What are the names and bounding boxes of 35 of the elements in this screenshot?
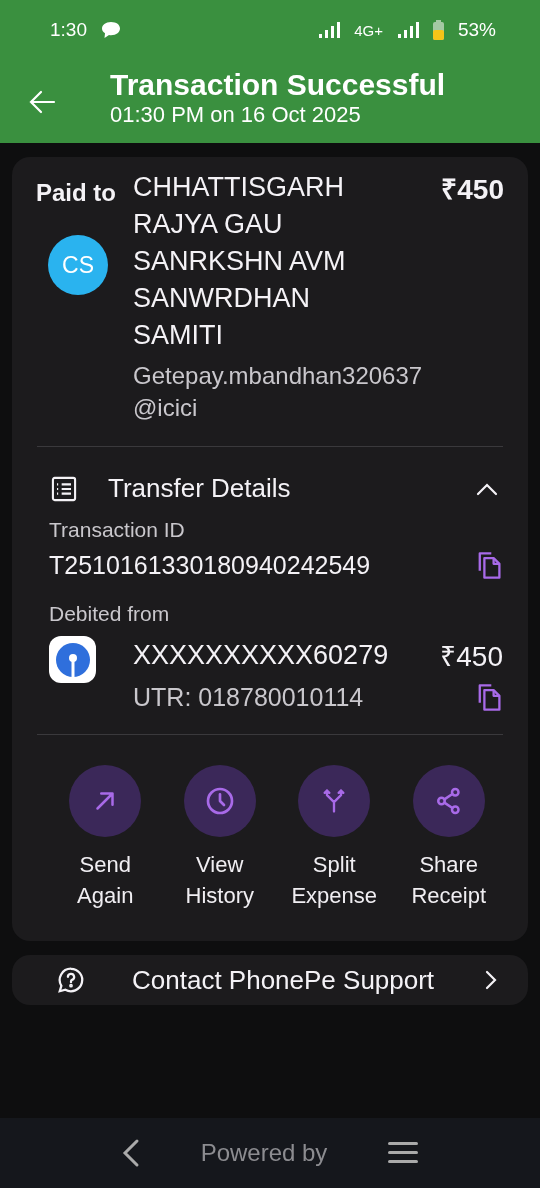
battery-percent: 53% [457, 19, 496, 41]
network-type: 4G+ [354, 21, 383, 39]
payee-avatar: CS [48, 235, 108, 295]
back-button[interactable] [28, 89, 56, 114]
account-number: XXXXXXXXXX60279 [133, 638, 390, 672]
nav-menu-button[interactable] [387, 1141, 420, 1165]
signal-icon [318, 21, 341, 39]
paid-amount: ₹450 [441, 173, 504, 207]
status-time: 1:30 [50, 19, 87, 41]
message-icon [101, 21, 121, 39]
utr-number: UTR: 018780010114 [133, 682, 364, 712]
action-button[interactable]: Split Expense [277, 765, 392, 911]
debited-from-label: Debited from [49, 602, 171, 626]
action-button[interactable]: Share Receipt [391, 765, 506, 911]
action-button[interactable]: Send Again [48, 765, 163, 911]
transfer-details-header[interactable]: Transfer Details [12, 447, 528, 518]
signal-icon [396, 21, 419, 39]
chevron-right-icon [484, 969, 498, 991]
transaction-time: 01:30 PM on 16 Oct 2025 [110, 101, 362, 128]
support-button[interactable]: Contact PhonePe Support [12, 955, 528, 1005]
battery-icon [432, 20, 444, 40]
nav-back-button[interactable] [120, 1138, 141, 1168]
upi-id: Getepay.mbandhan320637@icici [133, 361, 423, 423]
page-title: Transaction Successful [110, 67, 446, 102]
debited-amount: ₹450 [440, 640, 503, 674]
powered-by-text: Powered by [200, 1139, 328, 1167]
transaction-id-label: Transaction ID [49, 518, 186, 542]
transaction-id: T2510161330180940242549 [49, 550, 371, 580]
action-button[interactable]: View History [162, 765, 277, 911]
list-icon [50, 474, 78, 503]
help-icon [56, 965, 86, 995]
payee-name: CHHATTISGARH RAJYA GAU SANRKSHN AVM SANWRDHAN SAMITI [133, 171, 347, 352]
bank-logo [49, 636, 96, 683]
paid-to-label: Paid to [36, 179, 117, 207]
chevron-up-icon [476, 481, 498, 496]
